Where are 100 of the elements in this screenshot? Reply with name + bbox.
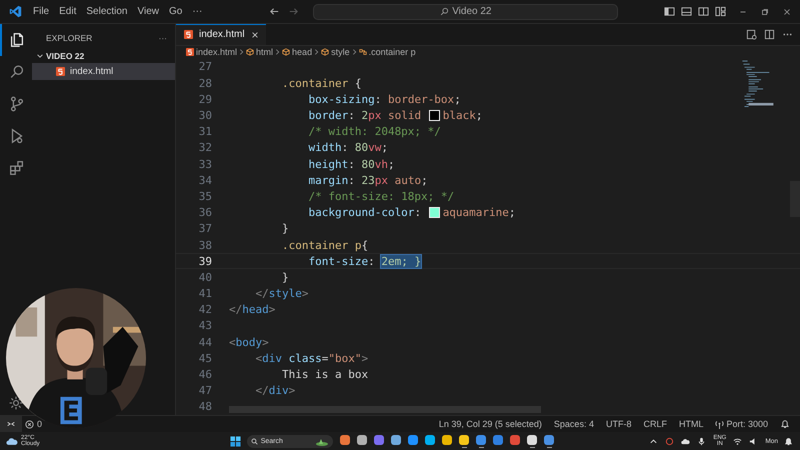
line-number: 37 [198,222,212,236]
folder-name[interactable]: VIDEO 22 [46,51,84,61]
forward-arrow-icon[interactable] [288,6,300,17]
app-icon[interactable] [390,434,402,446]
cloud-icon[interactable] [6,436,18,446]
code-text: font-size: 2em; } [307,254,422,268]
more-actions-button[interactable]: ··· [158,33,167,43]
port-status[interactable]: Port: 3000 [726,419,768,429]
cube-icon [246,48,254,56]
bell-icon[interactable] [780,419,790,429]
close-icon[interactable] [250,30,259,39]
open-preview-icon[interactable] [746,28,757,40]
app-icon[interactable] [543,434,556,446]
html-file-icon [56,67,65,76]
code-text: } [280,270,289,284]
breadcrumb-item[interactable]: .container p [358,47,416,58]
vscode-logo-icon[interactable] [9,5,22,18]
app-icon[interactable] [356,434,368,446]
line-number: 30 [198,109,212,122]
code-text: black; [442,109,482,122]
error-count[interactable]: 0 [37,419,42,429]
line-ending-status[interactable]: CRLF [643,419,667,429]
menu-item[interactable]: Go [164,6,188,17]
settings-icon[interactable] [8,395,24,411]
line-number: 48 [198,400,212,414]
start-icon[interactable] [230,436,241,446]
search-icon [440,7,450,16]
app-icon[interactable] [407,434,420,446]
app-icon[interactable] [424,434,436,446]
menu-item[interactable]: Edit [54,6,82,17]
layout-grid-icon[interactable] [715,6,726,17]
line-number: 42 [198,303,212,316]
app-icon[interactable] [339,434,352,446]
line-number: 33 [198,158,212,171]
code-text: <div class="box"> [254,352,368,365]
remote-button[interactable] [0,416,22,432]
menu-item[interactable]: Selection [81,6,132,17]
editor-tab[interactable]: index.html [176,24,266,45]
code-text: margin: 23px auto; [307,174,428,187]
files-icon[interactable] [8,31,26,49]
line-number: 41 [198,287,212,300]
search-icon [250,438,258,444]
restore-icon[interactable] [760,6,770,16]
line-number: 47 [198,384,212,398]
line-number: 28 [198,76,212,90]
code-text: aquamarine; [442,206,516,220]
html-file-icon [186,48,194,56]
menu-item[interactable]: ··· [187,6,208,17]
source-control-icon[interactable] [8,95,26,113]
antenna-icon[interactable] [715,420,724,428]
breadcrumb-item[interactable]: html [246,47,274,58]
encoding-status[interactable]: UTF-8 [606,419,632,429]
cloud-icon[interactable] [681,436,690,446]
code-text: } [280,222,289,236]
microphone-icon[interactable] [697,436,706,446]
indentation-status[interactable]: Spaces: 4 [554,419,594,429]
line-number: 35 [198,190,212,203]
command-center[interactable]: Video 22 [313,4,618,20]
breadcrumb-item[interactable]: head [282,47,312,58]
panel-toggle-icon[interactable] [681,6,692,17]
code-text: /* width: 2048px; */ [307,125,441,138]
explorer-file-item[interactable]: index.html [32,63,175,80]
cube-icon [321,48,330,56]
split-editor-icon[interactable] [764,28,775,40]
app-icon[interactable] [526,434,538,446]
close-icon[interactable] [782,6,792,16]
line-number: 36 [198,206,212,220]
language-status[interactable]: HTML [678,419,704,429]
line-number: 29 [198,92,212,106]
line-number: 44 [198,336,212,349]
color-swatch[interactable] [428,110,440,122]
app-icon[interactable] [441,434,454,446]
chevron-icon [314,48,320,56]
line-number: 27 [198,60,212,74]
bell-icon[interactable] [784,436,793,446]
breadcrumb-item[interactable]: index.html [186,47,238,58]
menu-item[interactable]: File [28,6,54,17]
code-text: .container p{ [280,238,368,252]
line-number: 39 [198,254,212,268]
error-icon[interactable] [25,420,34,428]
menu-item[interactable]: View [132,6,164,17]
line-number: 34 [198,174,212,187]
code-text: This is a box [280,368,368,382]
app-icon[interactable] [458,434,470,446]
back-arrow-icon[interactable] [269,6,280,17]
code-text: <body> [229,336,269,349]
code-text: </head> [229,303,276,316]
extensions-icon[interactable] [8,159,26,177]
line-number: 31 [198,125,212,138]
cursor-position[interactable]: Ln 39, Col 29 (5 selected) [438,419,542,429]
color-swatch[interactable] [428,207,440,218]
code-text: .container { [280,76,362,90]
wifi-icon[interactable] [733,436,742,446]
cube-icon [282,48,290,56]
chevron-icon[interactable] [36,52,44,60]
split-layout-icon[interactable] [698,6,709,17]
breadcrumb-item[interactable]: style [321,47,350,58]
code-text: height: 80vh; [307,158,395,171]
sidebar-toggle-icon[interactable] [664,6,675,17]
code-text: background-color: [307,206,422,220]
